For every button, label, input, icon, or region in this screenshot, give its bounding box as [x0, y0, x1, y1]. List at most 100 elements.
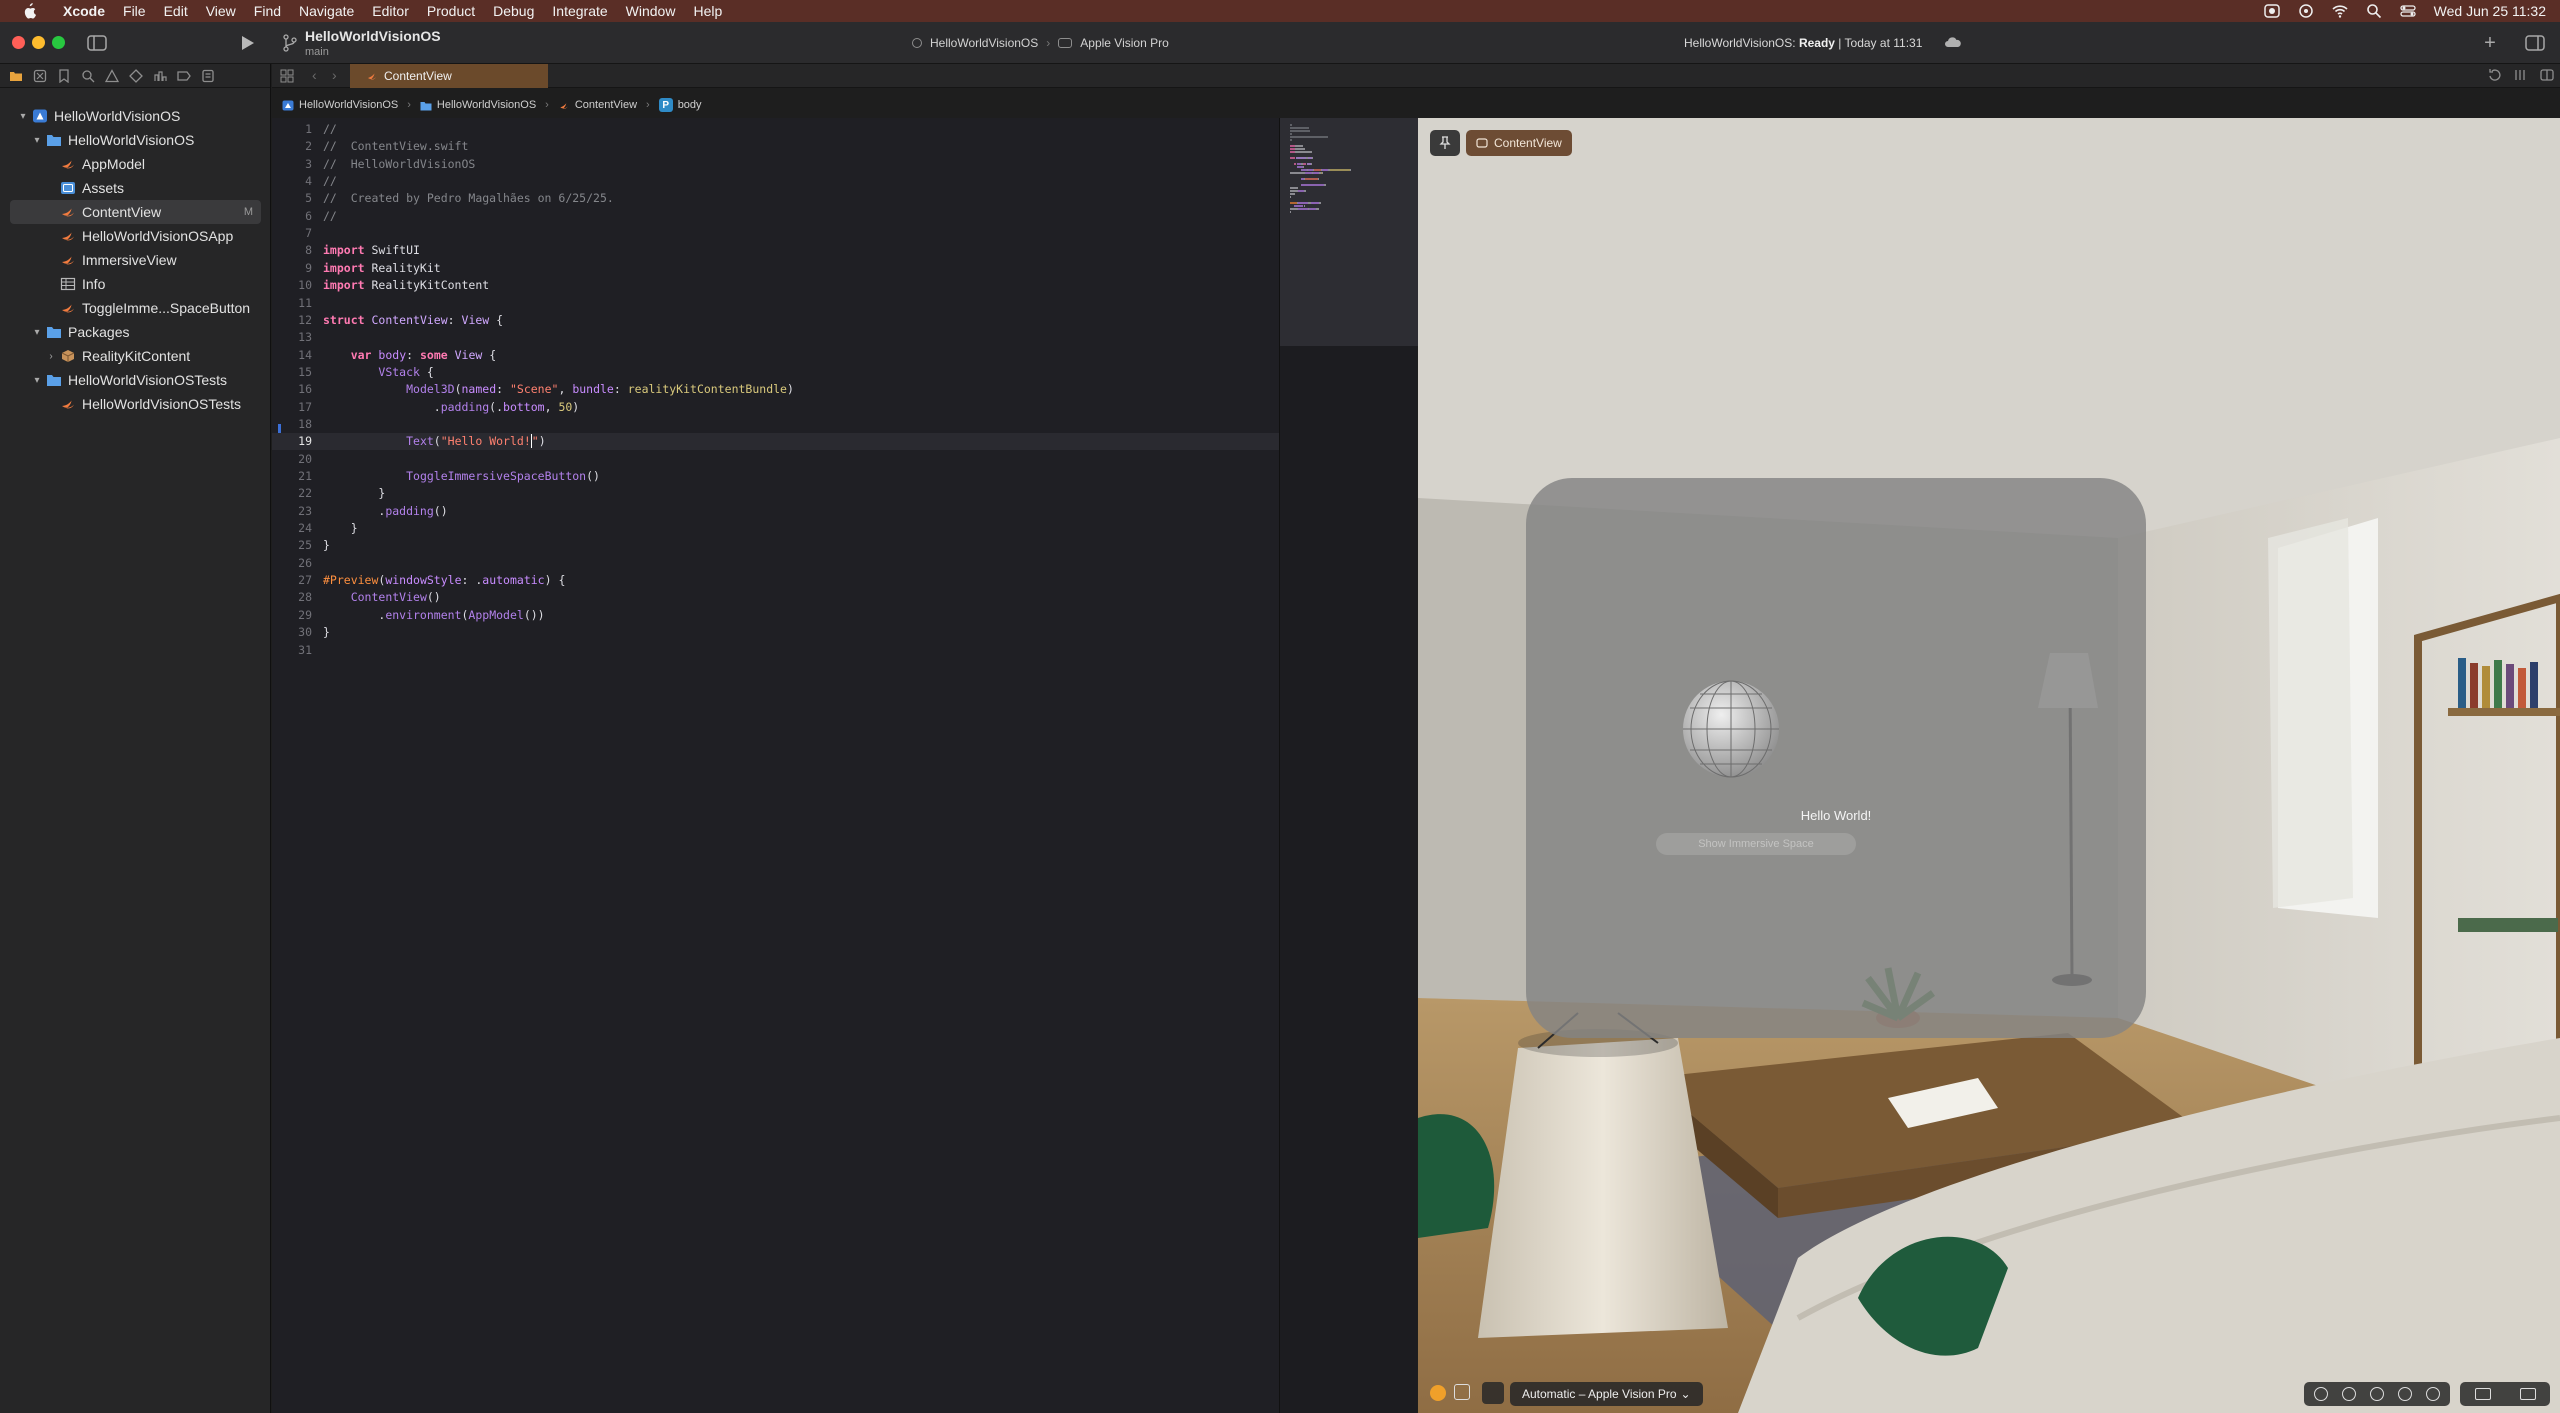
navigator-item-appmodel[interactable]: AppModel — [0, 152, 271, 176]
disclosure-chevron-icon[interactable]: › — [46, 351, 56, 362]
selectable-mode-icon[interactable] — [1454, 1384, 1470, 1400]
run-destination[interactable]: Apple Vision Pro — [1080, 36, 1169, 50]
line-number[interactable]: 12 — [272, 312, 312, 329]
line-number[interactable]: 23 — [272, 503, 312, 520]
code-line[interactable]: 16 Model3D(named: "Scene", bundle: reali… — [272, 381, 1279, 398]
line-number[interactable]: 27 — [272, 572, 312, 589]
project-navigator-tab-icon[interactable] — [9, 69, 23, 83]
code-line[interactable]: 8 import SwiftUI — [272, 242, 1279, 259]
code-line[interactable]: 4 // — [272, 173, 1279, 190]
line-number[interactable]: 30 — [272, 624, 312, 641]
minimize-window-button[interactable] — [32, 36, 45, 49]
code-line[interactable]: 31 — [272, 642, 1279, 659]
add-library-button[interactable]: + — [2480, 33, 2500, 53]
navigator-item-helloworldvisionosapp[interactable]: HelloWorldVisionOSApp — [0, 224, 271, 248]
screen-record-icon[interactable] — [2263, 3, 2280, 19]
environment-icon[interactable] — [2474, 1388, 2491, 1400]
navigator-toggle-icon[interactable] — [86, 32, 108, 54]
code-line[interactable]: 27 #Preview(windowStyle: .automatic) { — [272, 572, 1279, 589]
code-line[interactable]: 1 // — [272, 121, 1279, 138]
line-number[interactable]: 14 — [272, 347, 312, 364]
line-number[interactable]: 16 — [272, 381, 312, 398]
move-icon[interactable] — [2342, 1387, 2356, 1401]
code-line[interactable]: 12 struct ContentView: View { — [272, 312, 1279, 329]
code-line[interactable]: 13 — [272, 329, 1279, 346]
code-line[interactable]: 24 } — [272, 520, 1279, 537]
navigate-back-icon[interactable]: ‹ — [312, 67, 317, 83]
line-number[interactable]: 22 — [272, 485, 312, 502]
code-line[interactable]: 18 — [272, 416, 1279, 433]
tab-contentview[interactable]: ContentView — [350, 64, 548, 88]
navigator-item-info[interactable]: Info — [0, 272, 271, 296]
navigator-item-assets[interactable]: Assets — [0, 176, 271, 200]
spotlight-search-icon[interactable] — [2366, 3, 2382, 19]
breadcrumb-group[interactable]: HelloWorldVisionOS — [437, 99, 536, 111]
zoom-window-button[interactable] — [52, 36, 65, 49]
pan-icon[interactable] — [2370, 1387, 2384, 1401]
code-line[interactable]: 22 } — [272, 485, 1279, 502]
menu-app-xcode[interactable]: Xcode — [54, 0, 114, 22]
menu-help[interactable]: Help — [684, 0, 731, 22]
line-number[interactable]: 31 — [272, 642, 312, 659]
code-line[interactable]: 6 // — [272, 208, 1279, 225]
disclosure-chevron-icon[interactable]: ▾ — [32, 375, 42, 386]
find-tab-icon[interactable] — [81, 69, 95, 83]
code-line[interactable]: 7 — [272, 225, 1279, 242]
menu-integrate[interactable]: Integrate — [543, 0, 616, 22]
issues-tab-icon[interactable] — [105, 68, 119, 83]
orbit-icon[interactable] — [2398, 1387, 2412, 1401]
line-number[interactable]: 19 — [272, 433, 312, 450]
menu-edit[interactable]: Edit — [155, 0, 197, 22]
code-line[interactable]: 15 VStack { — [272, 364, 1279, 381]
line-number[interactable]: 6 — [272, 208, 312, 225]
line-number[interactable]: 24 — [272, 520, 312, 537]
code-line[interactable]: 26 — [272, 555, 1279, 572]
code-line[interactable]: 3 // HelloWorldVisionOS — [272, 156, 1279, 173]
split-editor-icon[interactable] — [2540, 68, 2554, 82]
minimap[interactable] — [1279, 118, 1418, 1413]
related-items-icon[interactable] — [280, 69, 294, 83]
navigator-item-helloworldvisionos[interactable]: ▾ HelloWorldVisionOS — [0, 128, 271, 152]
menu-file[interactable]: File — [114, 0, 155, 22]
line-number[interactable]: 3 — [272, 156, 312, 173]
code-line[interactable]: 2 // ContentView.swift — [272, 138, 1279, 155]
line-number[interactable]: 4 — [272, 173, 312, 190]
navigator-item-realitykitcontent[interactable]: › RealityKitContent — [0, 344, 271, 368]
code-line[interactable]: 23 .padding() — [272, 503, 1279, 520]
menu-clock[interactable]: Wed Jun 25 11:32 — [2434, 3, 2546, 19]
code-line[interactable]: 9 import RealityKit — [272, 260, 1279, 277]
zoom-icon[interactable] — [2426, 1387, 2440, 1401]
code-line[interactable]: 25} — [272, 537, 1279, 554]
line-number[interactable]: 29 — [272, 607, 312, 624]
scheme-name[interactable]: HelloWorldVisionOS — [930, 36, 1038, 50]
menu-find[interactable]: Find — [245, 0, 290, 22]
navigator-item-helloworldvisionostests[interactable]: HelloWorldVisionOSTests — [0, 392, 271, 416]
line-number[interactable]: 15 — [272, 364, 312, 381]
menu-editor[interactable]: Editor — [363, 0, 418, 22]
line-number[interactable]: 28 — [272, 589, 312, 606]
cloud-icon[interactable] — [1944, 35, 1962, 49]
menu-product[interactable]: Product — [418, 0, 484, 22]
menu-view[interactable]: View — [197, 0, 245, 22]
breadcrumb-project[interactable]: HelloWorldVisionOS — [299, 99, 398, 111]
menu-debug[interactable]: Debug — [484, 0, 543, 22]
navigator-item-packages[interactable]: ▾ Packages — [0, 320, 271, 344]
disclosure-chevron-icon[interactable]: ▾ — [18, 111, 28, 122]
rotate-icon[interactable] — [2314, 1387, 2328, 1401]
code-line[interactable]: 5 // Created by Pedro Magalhães on 6/25/2… — [272, 190, 1279, 207]
line-number[interactable]: 11 — [272, 295, 312, 312]
globe-model[interactable] — [1680, 678, 1782, 780]
debug-tab-icon[interactable] — [153, 69, 167, 83]
scheme-selector[interactable]: HelloWorldVisionOS › Apple Vision Pro — [912, 33, 1169, 53]
line-number[interactable]: 10 — [272, 277, 312, 294]
source-control-tab-icon[interactable] — [33, 69, 47, 83]
line-number[interactable]: 17 — [272, 399, 312, 416]
preview-device-dropdown[interactable]: Automatic – Apple Vision Pro ⌄ — [1510, 1382, 1703, 1406]
preview-canvas[interactable]: Hello World! Show Immersive Space Conten… — [1418, 118, 2560, 1413]
reports-tab-icon[interactable] — [201, 69, 215, 83]
navigator-item-helloworldvisionos[interactable]: ▾ HelloWorldVisionOS — [0, 104, 271, 128]
line-number[interactable]: 8 — [272, 242, 312, 259]
menu-window[interactable]: Window — [617, 0, 685, 22]
device-settings-icon[interactable] — [1482, 1382, 1504, 1404]
show-immersive-space-button[interactable]: Show Immersive Space — [1656, 833, 1856, 855]
